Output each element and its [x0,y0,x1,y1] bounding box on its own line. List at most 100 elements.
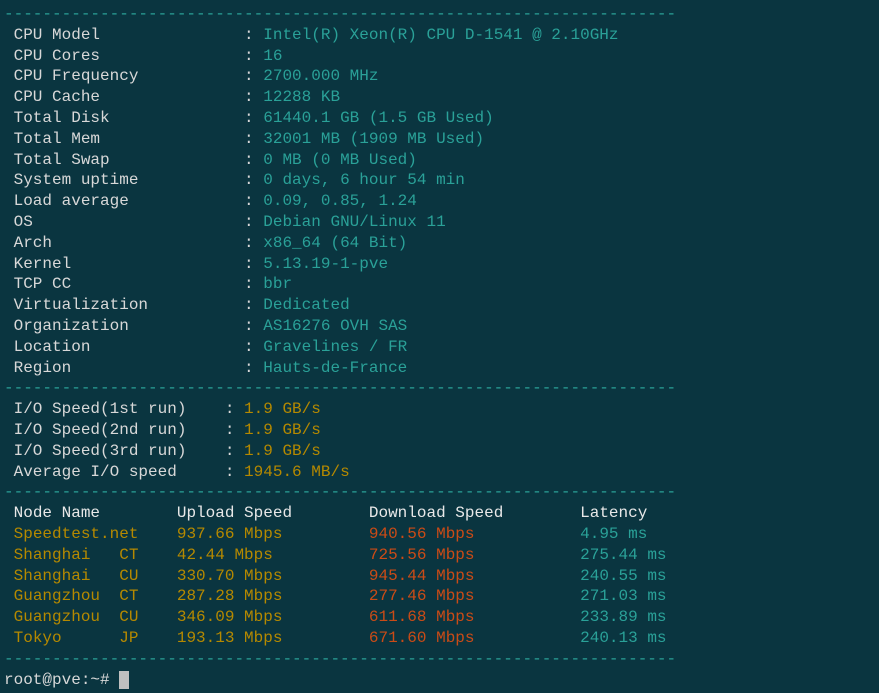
iospeed-row: I/O Speed(1st run) : 1.9 GB/s [4,399,875,420]
iospeed-value: 1.9 GB/s [244,400,321,418]
sysinfo-label: CPU Cores [4,47,244,65]
latency: 233.89 ms [580,608,695,626]
colon: : [244,296,263,314]
sysinfo-value: Dedicated [263,296,349,314]
sysinfo-row: CPU Model : Intel(R) Xeon(R) CPU D-1541 … [4,25,875,46]
colon: : [244,317,263,335]
download-speed: 725.56 Mbps [369,546,580,564]
divider-mid1: ----------------------------------------… [4,378,875,399]
colon: : [225,463,244,481]
colon: : [244,171,263,189]
sysinfo-value: Gravelines / FR [263,338,407,356]
speedtest-row: Shanghai CT 42.44 Mbps 725.56 Mbps 275.4… [4,545,875,566]
upload-speed: 193.13 Mbps [177,629,369,647]
column-header: Latency [580,504,695,522]
sysinfo-row: Location : Gravelines / FR [4,337,875,358]
sysinfo-label: System uptime [4,171,244,189]
divider-mid2: ----------------------------------------… [4,482,875,503]
colon: : [244,109,263,127]
sysinfo-label: Total Disk [4,109,244,127]
shell-prompt[interactable]: root@pve:~# [4,670,875,691]
sysinfo-label: Total Mem [4,130,244,148]
iospeed-value: 1945.6 MB/s [244,463,350,481]
node-name: Speedtest.net [14,525,177,543]
sysinfo-value: 0 MB (0 MB Used) [263,151,417,169]
iospeed-row: I/O Speed(2nd run) : 1.9 GB/s [4,420,875,441]
colon: : [244,192,263,210]
sysinfo-label: Region [4,359,244,377]
sysinfo-label: OS [4,213,244,231]
node-name: Shanghai CU [14,567,177,585]
colon: : [244,234,263,252]
sysinfo-row: CPU Cores : 16 [4,46,875,67]
sysinfo-row: Organization : AS16276 OVH SAS [4,316,875,337]
upload-speed: 330.70 Mbps [177,567,369,585]
speedtest-row: Shanghai CU 330.70 Mbps 945.44 Mbps 240.… [4,566,875,587]
sysinfo-value: x86_64 (64 Bit) [263,234,407,252]
sysinfo-label: CPU Model [4,26,244,44]
divider-bottom: ----------------------------------------… [4,649,875,670]
sysinfo-label: Total Swap [4,151,244,169]
sysinfo-row: Total Mem : 32001 MB (1909 MB Used) [4,129,875,150]
sysinfo-value: AS16276 OVH SAS [263,317,407,335]
download-speed: 611.68 Mbps [369,608,580,626]
iospeed-row: I/O Speed(3rd run) : 1.9 GB/s [4,441,875,462]
colon: : [244,275,263,293]
iospeed-label: I/O Speed(3rd run) [4,442,225,460]
colon: : [225,421,244,439]
sysinfo-label: Location [4,338,244,356]
upload-speed: 287.28 Mbps [177,587,369,605]
column-header: Node Name [14,504,177,522]
colon: : [244,130,263,148]
speedtest-header: Node Name Upload Speed Download Speed La… [4,503,875,524]
sysinfo-value: 12288 KB [263,88,340,106]
colon: : [244,67,263,85]
node-name: Tokyo JP [14,629,177,647]
sysinfo-row: Virtualization : Dedicated [4,295,875,316]
sysinfo-row: Total Swap : 0 MB (0 MB Used) [4,150,875,171]
download-speed: 671.60 Mbps [369,629,580,647]
node-name: Shanghai CT [14,546,177,564]
sysinfo-row: Kernel : 5.13.19-1-pve [4,254,875,275]
latency: 240.55 ms [580,567,695,585]
speedtest-section: Node Name Upload Speed Download Speed La… [4,503,875,649]
sysinfo-value: Debian GNU/Linux 11 [263,213,445,231]
colon: : [244,359,263,377]
iospeed-value: 1.9 GB/s [244,421,321,439]
speedtest-row: Speedtest.net 937.66 Mbps 940.56 Mbps 4.… [4,524,875,545]
sysinfo-label: Arch [4,234,244,252]
latency: 275.44 ms [580,546,695,564]
speedtest-row: Guangzhou CT 287.28 Mbps 277.46 Mbps 271… [4,586,875,607]
iospeed-row: Average I/O speed : 1945.6 MB/s [4,462,875,483]
sysinfo-label: Organization [4,317,244,335]
sysinfo-label: Kernel [4,255,244,273]
sysinfo-value: Intel(R) Xeon(R) CPU D-1541 @ 2.10GHz [263,26,618,44]
colon: : [244,47,263,65]
colon: : [244,88,263,106]
sysinfo-label: CPU Cache [4,88,244,106]
sysinfo-value: 0 days, 6 hour 54 min [263,171,465,189]
upload-speed: 42.44 Mbps [177,546,369,564]
download-speed: 945.44 Mbps [369,567,580,585]
sysinfo-value: 61440.1 GB (1.5 GB Used) [263,109,493,127]
sysinfo-value: 0.09, 0.85, 1.24 [263,192,417,210]
node-name: Guangzhou CU [14,608,177,626]
latency: 240.13 ms [580,629,695,647]
sysinfo-row: Arch : x86_64 (64 Bit) [4,233,875,254]
iospeed-label: I/O Speed(1st run) [4,400,225,418]
prompt-text: root@pve:~# [4,671,119,689]
colon: : [244,26,263,44]
download-speed: 940.56 Mbps [369,525,580,543]
column-header: Download Speed [369,504,580,522]
latency: 271.03 ms [580,587,695,605]
sysinfo-row: System uptime : 0 days, 6 hour 54 min [4,170,875,191]
node-name: Guangzhou CT [14,587,177,605]
colon: : [244,338,263,356]
terminal-output: ----------------------------------------… [4,4,875,690]
sysinfo-row: CPU Frequency : 2700.000 MHz [4,66,875,87]
sysinfo-row: Total Disk : 61440.1 GB (1.5 GB Used) [4,108,875,129]
colon: : [225,442,244,460]
colon: : [225,400,244,418]
latency: 4.95 ms [580,525,695,543]
sysinfo-label: CPU Frequency [4,67,244,85]
